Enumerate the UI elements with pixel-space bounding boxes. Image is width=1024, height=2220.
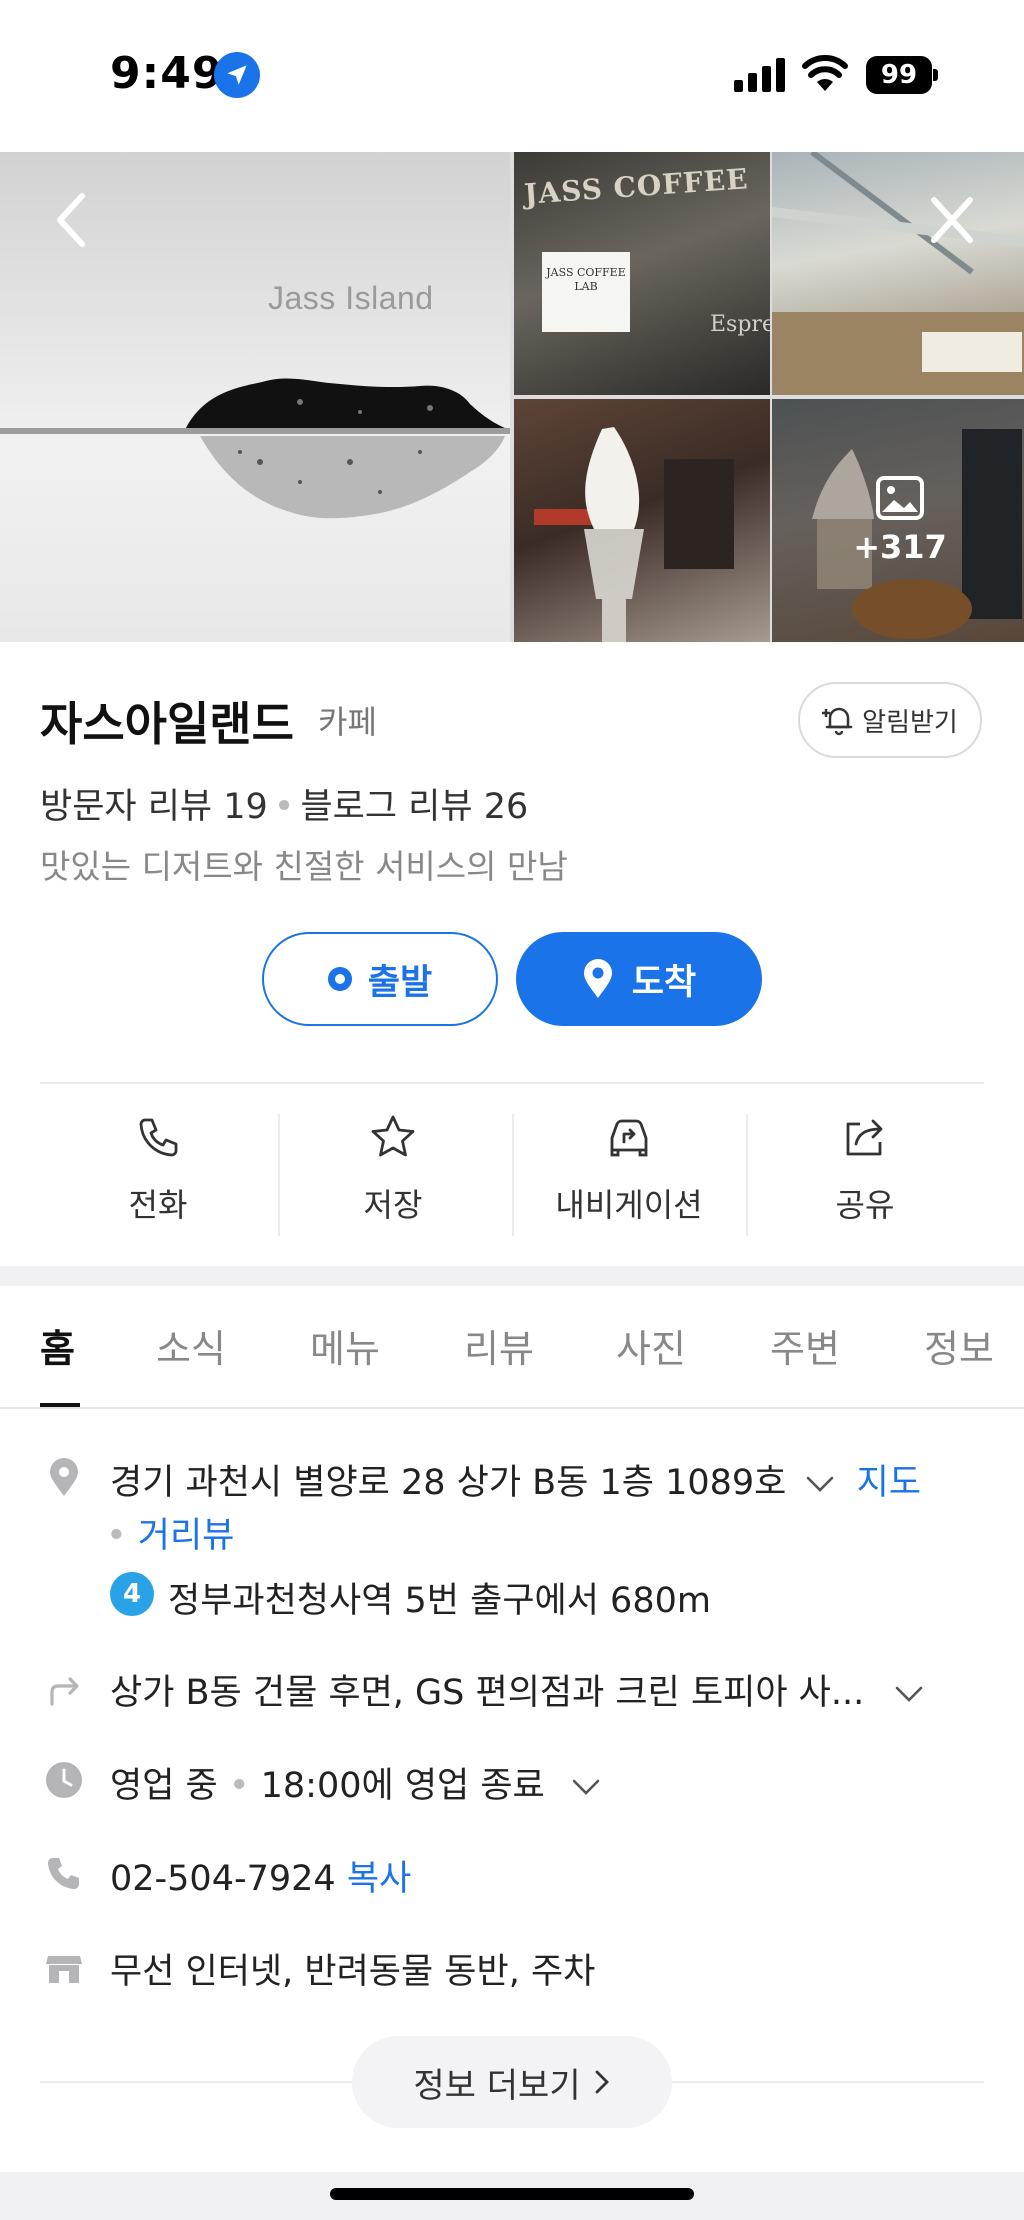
photo-interior[interactable] bbox=[772, 152, 1024, 395]
photo-gallery[interactable]: Jass Island JASS COFFEE JASS COFFEE LAB … bbox=[0, 152, 1024, 642]
clock-icon bbox=[46, 1762, 82, 1798]
store-icon bbox=[46, 1956, 82, 1983]
depart-button[interactable]: 출발 bbox=[262, 932, 498, 1026]
action-save[interactable]: 저장 bbox=[276, 1112, 510, 1236]
action-share-label: 공유 bbox=[835, 1186, 895, 1224]
open-status: 영업 중 bbox=[110, 1766, 218, 1806]
street-view-link[interactable]: 거리뷰 bbox=[138, 1516, 235, 1556]
tab-nearby[interactable]: 주변 bbox=[770, 1318, 840, 1373]
directions-row[interactable]: 상가 B동 건물 후면, GS 편의점과 크린 토피아 사... bbox=[110, 1664, 925, 1715]
action-navigation-label: 내비게이션 bbox=[555, 1186, 703, 1224]
place-tagline: 맛있는 디저트와 친절한 서비스의 만남 bbox=[40, 847, 568, 886]
phone-number[interactable]: 02-504-7924 bbox=[110, 1859, 336, 1899]
bell-plus-icon bbox=[822, 707, 853, 736]
more-info-label: 정보 더보기 bbox=[413, 2065, 581, 2106]
storefront-label: JASS COFFEE LAB bbox=[542, 252, 630, 332]
review-counts: 방문자 리뷰 19 • 블로그 리뷰 26 bbox=[40, 787, 529, 827]
amenities-text: 무선 인터넷, 반려동물 동반, 주차 bbox=[110, 1952, 596, 1992]
status-time: 9:49 bbox=[110, 48, 224, 99]
tab-menu[interactable]: 메뉴 bbox=[310, 1318, 380, 1373]
tab-home[interactable]: 홈 bbox=[40, 1318, 75, 1373]
address-row: 경기 과천시 별양로 28 상가 B동 1층 1089호 지도 bbox=[110, 1454, 921, 1505]
section-divider bbox=[0, 1266, 1024, 1286]
directions-text: 상가 B동 건물 후면, GS 편의점과 크린 토피아 사... bbox=[110, 1673, 865, 1713]
chevron-down-icon[interactable] bbox=[570, 1776, 602, 1798]
turn-arrow-icon bbox=[50, 1677, 79, 1706]
subway-line-badge: 4 bbox=[110, 1572, 154, 1616]
chevron-down-icon[interactable] bbox=[804, 1473, 836, 1495]
tab-reviews[interactable]: 리뷰 bbox=[464, 1318, 534, 1373]
blog-reviews-link[interactable]: 블로그 리뷰 26 bbox=[300, 787, 528, 827]
close-icon[interactable] bbox=[928, 194, 976, 246]
image-icon bbox=[876, 475, 924, 520]
star-icon bbox=[371, 1115, 415, 1157]
home-indicator[interactable] bbox=[330, 2188, 694, 2200]
place-category: 카페 bbox=[318, 703, 377, 741]
phone-row: 02-504-7924 복사 bbox=[110, 1850, 411, 1901]
notify-label: 알림받기 bbox=[862, 707, 958, 738]
storefront-espresso-text: Espre bbox=[710, 312, 770, 337]
arrive-label: 도착 bbox=[631, 962, 697, 1003]
location-arrow-icon bbox=[214, 52, 260, 98]
place-title: 자스아일랜드 bbox=[40, 697, 294, 751]
street-view-row: • 거리뷰 bbox=[106, 1516, 235, 1556]
subway-text: 정부과천청사역 5번 출구에서 680m bbox=[168, 1581, 711, 1621]
action-share[interactable]: 공유 bbox=[748, 1112, 982, 1236]
chevron-down-icon[interactable] bbox=[893, 1683, 925, 1705]
visitor-reviews-link[interactable]: 방문자 리뷰 19 bbox=[40, 787, 268, 827]
battery-level: 99 bbox=[866, 56, 932, 94]
more-photos-count: +317 bbox=[853, 527, 947, 566]
tab-news[interactable]: 소식 bbox=[156, 1318, 226, 1373]
more-info-button[interactable]: 정보 더보기 bbox=[352, 2036, 672, 2128]
map-link[interactable]: 지도 bbox=[857, 1463, 921, 1503]
action-navigation[interactable]: 내비게이션 bbox=[512, 1112, 746, 1236]
depart-label: 출발 bbox=[367, 962, 433, 1003]
storefront-sign-text: JASS COFFEE bbox=[523, 162, 750, 211]
island-illustration bbox=[0, 378, 510, 519]
photo-storefront[interactable]: JASS COFFEE JASS COFFEE LAB Espre bbox=[514, 152, 770, 395]
origin-dot-icon bbox=[327, 967, 352, 991]
tab-photos[interactable]: 사진 bbox=[616, 1318, 686, 1373]
cellular-signal-icon bbox=[734, 58, 785, 92]
hours-row[interactable]: 영업 중 • 18:00에 영업 종료 bbox=[110, 1757, 602, 1808]
car-navigation-icon bbox=[610, 1119, 648, 1157]
tabs-divider bbox=[0, 1407, 1024, 1409]
back-chevron-icon[interactable] bbox=[50, 190, 94, 250]
action-save-label: 저장 bbox=[363, 1186, 423, 1224]
close-time: 18:00에 영업 종료 bbox=[260, 1766, 545, 1806]
action-call[interactable]: 전화 bbox=[41, 1112, 275, 1236]
phone-icon bbox=[139, 1118, 178, 1157]
battery-icon: 99 bbox=[866, 56, 938, 94]
location-pin-icon bbox=[50, 1458, 78, 1496]
action-call-label: 전화 bbox=[128, 1186, 188, 1224]
chevron-right-icon bbox=[595, 2070, 609, 2094]
more-photos-overlay[interactable]: +317 bbox=[772, 399, 1024, 642]
address-text: 경기 과천시 별양로 28 상가 B동 1층 1089호 bbox=[110, 1463, 787, 1503]
copy-link[interactable]: 복사 bbox=[347, 1859, 411, 1899]
arrive-button[interactable]: 도착 bbox=[516, 932, 762, 1026]
divider bbox=[40, 1082, 984, 1084]
pin-icon bbox=[583, 959, 612, 998]
status-bar: 9:49 99 bbox=[0, 0, 1024, 152]
phone-icon bbox=[48, 1858, 79, 1889]
wifi-icon bbox=[802, 55, 848, 91]
photo-icecream[interactable] bbox=[514, 399, 770, 642]
notify-button[interactable]: 알림받기 bbox=[798, 682, 982, 758]
share-icon bbox=[846, 1119, 883, 1156]
tab-info[interactable]: 정보 bbox=[924, 1318, 994, 1373]
